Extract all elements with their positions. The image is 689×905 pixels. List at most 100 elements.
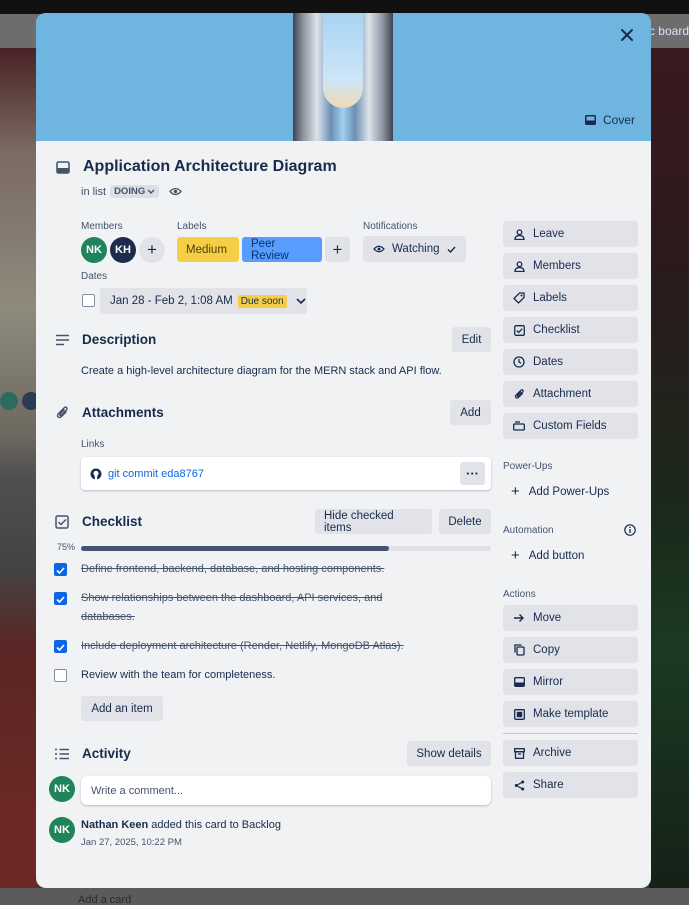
- avatar[interactable]: KH: [110, 237, 136, 263]
- add-attachment-button[interactable]: Add: [450, 400, 491, 425]
- watch-button[interactable]: Watching: [363, 236, 466, 262]
- checklist-button[interactable]: Checklist: [503, 317, 638, 343]
- leave-label: Leave: [533, 228, 565, 240]
- add-power-ups-button[interactable]: + Add Power-Ups: [511, 483, 609, 500]
- label-chip-medium[interactable]: Medium: [177, 237, 239, 262]
- card-icon: [53, 160, 73, 174]
- cover-button[interactable]: Cover: [581, 109, 639, 131]
- link-attachment[interactable]: git commit eda8767 ···: [81, 457, 491, 490]
- share-icon: [513, 780, 525, 791]
- mirror-button[interactable]: Mirror: [503, 669, 638, 695]
- card-cover: Cover: [36, 13, 651, 141]
- automation-label: Automation: [503, 525, 554, 536]
- github-icon: [90, 468, 102, 480]
- due-date-button[interactable]: Jan 28 - Feb 2, 1:08 AM Due soon: [100, 288, 307, 314]
- move-label: Move: [533, 612, 562, 624]
- checklist-item[interactable]: Include deployment architecture (Render,…: [81, 637, 404, 656]
- info-icon[interactable]: [624, 524, 636, 536]
- dates-button-label: Dates: [533, 356, 564, 368]
- add-label-button[interactable]: +: [325, 237, 350, 262]
- label-chip-text: Medium: [186, 243, 227, 256]
- label-chip-peer-review[interactable]: Peer Review: [242, 237, 322, 262]
- delete-checklist-button[interactable]: Delete: [439, 509, 491, 534]
- show-details-label: Show details: [416, 747, 482, 760]
- avatar[interactable]: NK: [81, 237, 107, 263]
- copy-icon: [513, 644, 525, 656]
- archive-button[interactable]: Archive: [503, 740, 638, 766]
- avatar[interactable]: NK: [49, 817, 75, 843]
- checklist-item-checkbox[interactable]: [54, 640, 67, 653]
- checklist-item[interactable]: Define frontend, backend, database, and …: [81, 560, 384, 579]
- custom-fields-button[interactable]: Custom Fields: [503, 413, 638, 439]
- activity-timestamp[interactable]: Jan 27, 2025, 10:22 PM: [81, 837, 182, 848]
- more-options-button[interactable]: ···: [460, 462, 485, 485]
- leave-button[interactable]: Leave: [503, 221, 638, 247]
- checklist-item-checkbox[interactable]: [54, 592, 67, 605]
- link-text[interactable]: git commit eda8767: [108, 468, 204, 480]
- share-button[interactable]: Share: [503, 772, 638, 798]
- cover-button-label: Cover: [602, 113, 635, 127]
- add-button-label: Add button: [528, 549, 585, 562]
- checklist-item[interactable]: Review with the team for completeness.: [81, 666, 275, 685]
- person-icon: [513, 228, 525, 240]
- description-title: Description: [82, 332, 157, 347]
- move-button[interactable]: Move: [503, 605, 638, 631]
- avatar[interactable]: NK: [49, 776, 75, 802]
- dates-label: Dates: [81, 271, 108, 282]
- avatar-initials: NK: [54, 783, 70, 795]
- members-button[interactable]: Members: [503, 253, 638, 279]
- labels-button[interactable]: Labels: [503, 285, 638, 311]
- list-name: DOING: [114, 186, 146, 197]
- add-automation-button[interactable]: + Add button: [511, 547, 584, 564]
- backdrop-add-card[interactable]: Add a card: [78, 894, 131, 905]
- eye-icon: [169, 187, 183, 196]
- members-button-label: Members: [533, 260, 581, 272]
- attachment-button[interactable]: Attachment: [503, 381, 638, 407]
- show-details-button[interactable]: Show details: [407, 741, 491, 766]
- template-icon: [513, 708, 525, 720]
- list-indicator: in list DOING: [81, 185, 183, 198]
- add-member-button[interactable]: +: [139, 237, 165, 263]
- custom-fields-button-label: Custom Fields: [533, 420, 607, 432]
- due-date-checkbox[interactable]: [82, 294, 95, 307]
- comment-input[interactable]: Write a comment...: [81, 776, 491, 805]
- actions-label: Actions: [503, 589, 536, 600]
- edit-description-button[interactable]: Edit: [452, 327, 491, 352]
- check-icon: [56, 590, 65, 608]
- checklist-progress-bar: [81, 546, 491, 551]
- activity-user[interactable]: Nathan Keen: [81, 819, 148, 831]
- card-title[interactable]: Application Architecture Diagram: [83, 158, 337, 176]
- eye-icon: [373, 245, 385, 253]
- checklist-item-checkbox[interactable]: [54, 563, 67, 576]
- add-item-label: Add an item: [91, 702, 153, 715]
- in-list-label: in list: [81, 185, 107, 198]
- activity-icon: [53, 748, 71, 760]
- plus-icon: +: [511, 547, 520, 564]
- clock-icon: [513, 356, 525, 368]
- hide-checked-label: Hide checked items: [324, 509, 394, 534]
- paperclip-icon: [513, 388, 525, 400]
- card-detail-modal: Cover Application Architecture Diagram i…: [36, 13, 651, 888]
- make-template-button[interactable]: Make template: [503, 701, 638, 727]
- list-name-dropdown[interactable]: DOING: [110, 185, 160, 198]
- copy-button[interactable]: Copy: [503, 637, 638, 663]
- description-text[interactable]: Create a high-level architecture diagram…: [81, 365, 442, 377]
- checklist-item-checkbox[interactable]: [54, 669, 67, 682]
- close-icon: [620, 28, 634, 42]
- checklist-item[interactable]: Show relationships between the dashboard…: [81, 589, 382, 627]
- card-title-row: Application Architecture Diagram: [53, 158, 337, 176]
- dates-button[interactable]: Dates: [503, 349, 638, 375]
- add-checklist-item-button[interactable]: Add an item: [81, 696, 163, 721]
- archive-icon: [513, 747, 525, 759]
- power-ups-label: Power-Ups: [503, 461, 553, 472]
- close-button[interactable]: [613, 21, 641, 49]
- avatar-initials: NK: [54, 824, 70, 836]
- check-icon: [447, 246, 456, 253]
- hide-checked-items-button[interactable]: Hide checked items: [315, 509, 432, 534]
- watch-button-label: Watching: [392, 243, 440, 255]
- description-icon: [53, 334, 71, 346]
- checklist-progress-percent: 75%: [57, 542, 76, 552]
- check-icon: [56, 561, 65, 579]
- person-icon: [513, 260, 525, 272]
- tag-icon: [513, 292, 525, 304]
